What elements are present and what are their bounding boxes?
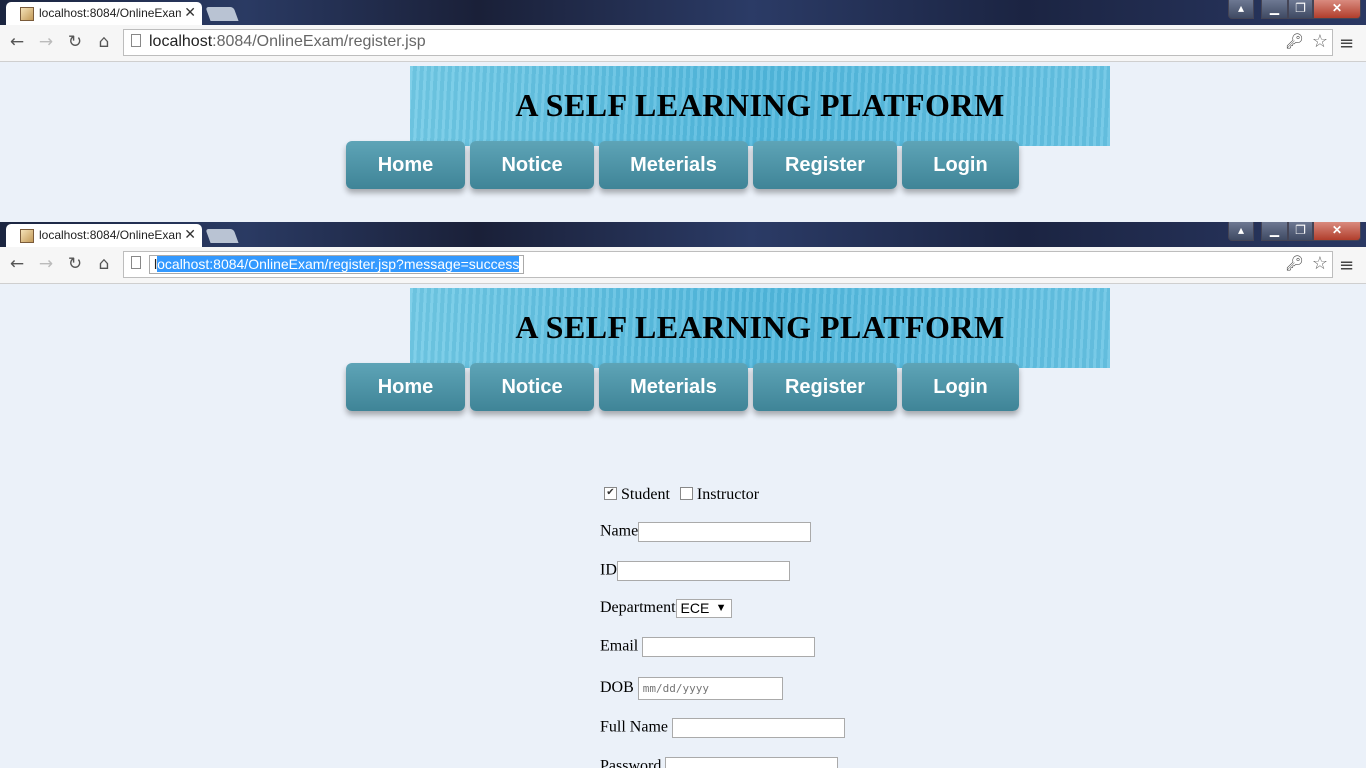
new-tab-button[interactable] [205,229,239,243]
key-icon[interactable]: 🔑︎ [1285,32,1304,50]
browser-tab[interactable]: localhost:8084/OnlineExam/register.jsp ✕ [6,2,202,25]
key-icon[interactable]: 🔑︎ [1285,254,1304,272]
nav-notice-button[interactable]: Notice [470,141,594,189]
name-label: Name [600,522,639,540]
nav-login-button[interactable]: Login [902,363,1019,411]
name-row: Name [600,522,812,542]
bookmark-star-icon[interactable]: ☆ [1312,31,1328,52]
banner-title: A SELF LEARNING PLATFORM [515,309,1005,345]
close-tab-icon[interactable]: ✕ [184,226,196,243]
site-banner: A SELF LEARNING PLATFORM [410,66,1110,146]
menu-icon[interactable]: ≡ [1339,33,1354,54]
forward-arrow-icon[interactable]: → [35,253,57,275]
user-icon[interactable]: ▴ [1228,0,1254,19]
page-icon [131,256,141,269]
name-input[interactable] [638,522,812,542]
title-bar: localhost:8084/OnlineExam/register.jsp?m… [0,222,1366,247]
browser-tab[interactable]: localhost:8084/OnlineExam/register.jsp?m… [6,224,202,247]
browser-toolbar: ← → ↻ ⌂ localhost:8084/OnlineExam/regist… [0,25,1366,62]
bookmark-star-icon[interactable]: ☆ [1312,253,1328,274]
id-row: ID [600,561,790,581]
id-input[interactable] [616,561,790,581]
dob-label: DOB [600,679,634,697]
department-label: Department [600,599,676,617]
nav-notice-button[interactable]: Notice [470,363,594,411]
nav-home-button[interactable]: Home [346,363,465,411]
nav-login-button[interactable]: Login [902,141,1019,189]
home-icon[interactable]: ⌂ [93,31,115,53]
nav-materials-button[interactable]: Meterials [599,363,748,411]
role-row: ✔ Student Instructor [604,486,759,504]
instructor-label: Instructor [696,486,760,503]
password-label: Password [600,757,662,768]
fullname-label: Full Name [600,718,668,736]
tab-title: localhost:8084/OnlineExam/register.jsp [39,6,181,20]
page-icon [131,34,141,47]
url-text-selected: localhost:8084/OnlineExam/register.jsp?m… [149,255,525,274]
close-window-button[interactable]: ✕ [1313,0,1361,19]
back-arrow-icon[interactable]: ← [6,31,28,53]
user-icon[interactable]: ▴ [1228,222,1254,241]
dob-input[interactable] [637,677,783,700]
student-checkbox[interactable]: ✔ [604,486,617,500]
nav-materials-button[interactable]: Meterials [599,141,748,189]
department-select[interactable]: ECE ▼ [675,599,732,618]
browser-window-2: localhost:8084/OnlineExam/register.jsp?m… [0,222,1366,768]
close-window-button[interactable]: ✕ [1313,222,1361,241]
menu-icon[interactable]: ≡ [1339,255,1354,276]
address-bar[interactable]: localhost:8084/OnlineExam/register.jsp 🔑… [123,29,1333,56]
email-label: Email [600,637,639,655]
minimize-button[interactable]: ▁ [1261,0,1288,19]
url-text: localhost:8084/OnlineExam/register.jsp [149,33,426,50]
nav-register-button[interactable]: Register [753,141,897,189]
forward-arrow-icon[interactable]: → [35,31,57,53]
page-content: A SELF LEARNING PLATFORM Home Notice Met… [0,62,1366,222]
dob-row: DOB [600,677,783,700]
banner-title: A SELF LEARNING PLATFORM [515,87,1005,123]
fullname-input[interactable] [672,718,845,738]
reload-icon[interactable]: ↻ [64,253,86,275]
maximize-button[interactable]: ❐ [1288,0,1313,19]
dropdown-arrow-icon: ▼ [715,602,727,614]
close-tab-icon[interactable]: ✕ [184,4,196,21]
nav-register-button[interactable]: Register [753,363,897,411]
student-label: Student [621,486,670,503]
back-arrow-icon[interactable]: ← [6,253,28,275]
email-row: Email [600,637,816,657]
favicon-icon [20,7,34,21]
home-icon[interactable]: ⌂ [93,253,115,275]
password-row: Password [600,757,839,768]
minimize-button[interactable]: ▁ [1261,222,1288,241]
page-content: A SELF LEARNING PLATFORM Home Notice Met… [0,284,1366,768]
site-banner: A SELF LEARNING PLATFORM [410,288,1110,368]
instructor-checkbox[interactable] [679,486,693,500]
department-row: Department ECE ▼ [600,599,732,618]
maximize-button[interactable]: ❐ [1288,222,1313,241]
new-tab-button[interactable] [205,7,239,21]
fullname-row: Full Name [600,718,845,738]
browser-toolbar: ← → ↻ ⌂ localhost:8084/OnlineExam/regist… [0,247,1366,284]
address-bar[interactable]: localhost:8084/OnlineExam/register.jsp?m… [123,251,1333,278]
tab-title: localhost:8084/OnlineExam/register.jsp?m… [39,228,181,242]
id-label: ID [600,561,617,579]
title-bar: localhost:8084/OnlineExam/register.jsp ✕… [0,0,1366,25]
email-input[interactable] [642,637,816,657]
reload-icon[interactable]: ↻ [64,31,86,53]
nav-home-button[interactable]: Home [346,141,465,189]
browser-window-1: localhost:8084/OnlineExam/register.jsp ✕… [0,0,1366,222]
favicon-icon [20,229,34,243]
password-input[interactable] [665,757,839,768]
